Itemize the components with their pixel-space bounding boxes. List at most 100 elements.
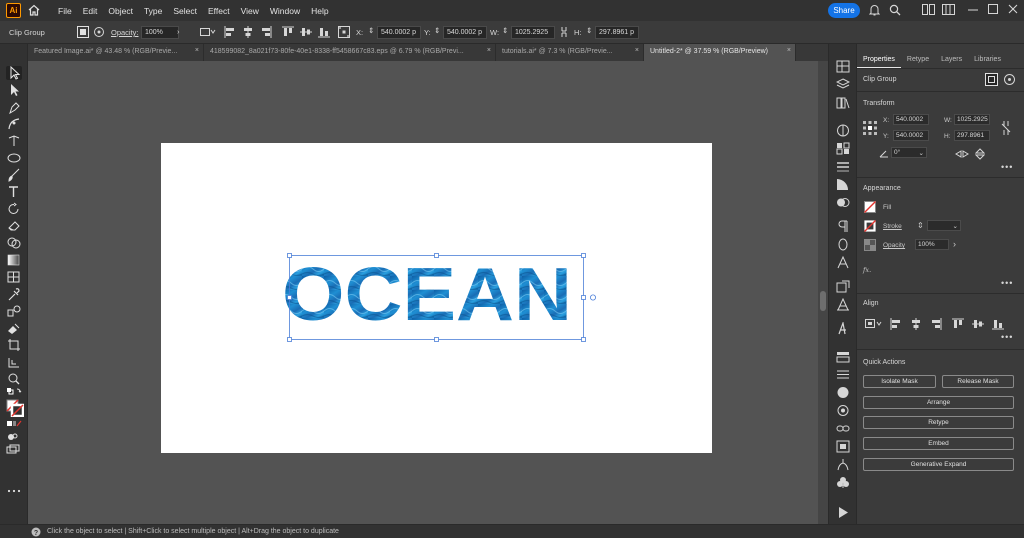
tab-properties[interactable]: Properties: [857, 52, 901, 69]
arrange-documents-icon[interactable]: [922, 4, 935, 15]
close-icon[interactable]: [1008, 4, 1018, 14]
menu-window[interactable]: Window: [270, 6, 300, 16]
pen-tool-icon[interactable]: [6, 100, 22, 114]
properties-panel-icon[interactable]: [836, 60, 850, 73]
x-stepper-icon[interactable]: ⇕: [368, 26, 374, 35]
home-icon[interactable]: [28, 4, 40, 16]
stroke-swatch[interactable]: [864, 220, 876, 232]
glyphs-panel-icon[interactable]: [836, 322, 850, 335]
tab-untitled-2[interactable]: Untitled-2* @ 37.59 % (RGB/Preview) ×: [644, 44, 796, 61]
edit-contents-icon[interactable]: [985, 73, 998, 86]
h-stepper-icon[interactable]: ⇕: [586, 26, 592, 35]
generative-expand-button[interactable]: Generative Expand: [863, 458, 1014, 471]
scrollbar-thumb[interactable]: [820, 291, 826, 311]
menu-effect[interactable]: Effect: [208, 6, 230, 16]
opentype-panel-icon[interactable]: [836, 238, 850, 251]
slice-tool-icon[interactable]: [6, 355, 22, 369]
w-stepper-icon[interactable]: ⇕: [502, 26, 508, 35]
tab-tutorials[interactable]: tutorials.ai* @ 7.3 % (RGB/Previe... ×: [496, 44, 644, 61]
brushes-panel-icon[interactable]: [836, 458, 850, 471]
menu-file[interactable]: File: [58, 6, 72, 16]
opacity-field[interactable]: 100%: [141, 26, 179, 39]
fill-swatch[interactable]: [864, 201, 876, 213]
rotate-tool-icon[interactable]: [6, 202, 22, 216]
transparency-panel-icon[interactable]: [836, 196, 850, 209]
type-tool-icon-2[interactable]: [6, 185, 22, 199]
align-center-icon[interactable]: [242, 26, 254, 38]
align-center-icon[interactable]: [910, 318, 922, 330]
rotation-widget[interactable]: [589, 294, 596, 301]
transform-more-icon[interactable]: •••: [1001, 162, 1013, 172]
h-field[interactable]: 297.8961: [954, 130, 990, 141]
menu-view[interactable]: View: [241, 6, 259, 16]
y-field[interactable]: 540.0002: [893, 130, 929, 141]
align-top-icon[interactable]: [952, 318, 964, 330]
canvas-scrollbar[interactable]: [818, 61, 828, 524]
constrain-proportions-icon[interactable]: [560, 26, 568, 38]
align-bottom-icon[interactable]: [992, 318, 1004, 330]
symbols-panel-icon[interactable]: [836, 350, 850, 363]
mesh-tool-icon[interactable]: [6, 270, 22, 284]
live-paint-icon[interactable]: [6, 321, 22, 335]
gradient-tool-icon[interactable]: [6, 253, 22, 267]
align-right-icon[interactable]: [260, 26, 272, 38]
share-button[interactable]: Share: [828, 3, 860, 18]
color-mode-icon[interactable]: [6, 420, 22, 429]
align-top-icon[interactable]: [282, 26, 294, 38]
edit-contents-icon[interactable]: [77, 26, 89, 38]
character-panel-icon[interactable]: [836, 256, 850, 269]
artboards-panel-icon[interactable]: [836, 298, 850, 311]
swatches-panel-icon[interactable]: [836, 142, 850, 155]
blend-tool-icon[interactable]: [6, 304, 22, 318]
menu-object[interactable]: Object: [108, 6, 133, 16]
align-more-icon[interactable]: •••: [1001, 332, 1013, 342]
paragraph-panel-icon[interactable]: [836, 220, 850, 233]
fx-icon[interactable]: fx.: [863, 266, 871, 274]
retype-button[interactable]: Retype: [863, 416, 1014, 429]
paintbrush-tool-icon[interactable]: [6, 168, 22, 182]
selection-tool-icon[interactable]: [6, 66, 22, 80]
appearance-more-icon[interactable]: •••: [1001, 278, 1013, 288]
color-panel-icon[interactable]: [836, 124, 850, 137]
tab-close-icon[interactable]: ×: [487, 47, 491, 54]
navigator-panel-icon[interactable]: [836, 440, 850, 453]
gradient-panel-icon[interactable]: [836, 178, 850, 191]
tab-close-icon[interactable]: ×: [635, 47, 639, 54]
ellipse-tool-icon[interactable]: [6, 151, 22, 165]
transform-icon[interactable]: [200, 26, 216, 38]
align-left-icon[interactable]: [890, 318, 902, 330]
flip-vertical-icon[interactable]: [975, 148, 985, 160]
isolate-mask-button[interactable]: Isolate Mask: [863, 375, 936, 388]
chevron-down-icon[interactable]: ⌄: [953, 222, 958, 230]
eraser-tool-icon[interactable]: [6, 219, 22, 233]
align-left-icon[interactable]: [224, 26, 236, 38]
opacity-field[interactable]: 100%: [915, 239, 949, 250]
y-field[interactable]: 540.0002 p: [443, 26, 487, 39]
y-stepper-icon[interactable]: ⇕: [434, 26, 440, 35]
align-bottom-icon[interactable]: [318, 26, 330, 38]
eyedropper-tool-icon[interactable]: [6, 287, 22, 301]
align-panel-icon[interactable]: [836, 368, 850, 381]
draw-mode-icon[interactable]: [6, 432, 22, 441]
align-right-icon[interactable]: [930, 318, 942, 330]
h-field[interactable]: 297.8961 p: [595, 26, 639, 39]
zoom-tool-icon[interactable]: [6, 372, 22, 386]
align-middle-icon[interactable]: [300, 26, 312, 38]
links-panel-icon[interactable]: [836, 280, 850, 293]
release-mask-button[interactable]: Release Mask: [942, 375, 1014, 388]
artboard-tool-icon[interactable]: [6, 338, 22, 352]
recolor-icon[interactable]: [1003, 73, 1016, 86]
menu-select[interactable]: Select: [173, 6, 197, 16]
menu-type[interactable]: Type: [144, 6, 162, 16]
layers-panel-icon[interactable]: [836, 78, 850, 91]
maximize-icon[interactable]: [988, 4, 998, 14]
menu-edit[interactable]: Edit: [83, 6, 98, 16]
align-to-icon[interactable]: [865, 318, 883, 330]
w-field[interactable]: 1025.2925: [511, 26, 555, 39]
default-colors-icon[interactable]: [6, 387, 22, 396]
curvature-tool-icon[interactable]: [6, 117, 22, 131]
arrange-button[interactable]: Arrange: [863, 396, 1014, 409]
recolor-icon[interactable]: [93, 26, 105, 38]
links-chain-icon[interactable]: [836, 422, 850, 435]
reference-point-icon[interactable]: [863, 121, 877, 135]
